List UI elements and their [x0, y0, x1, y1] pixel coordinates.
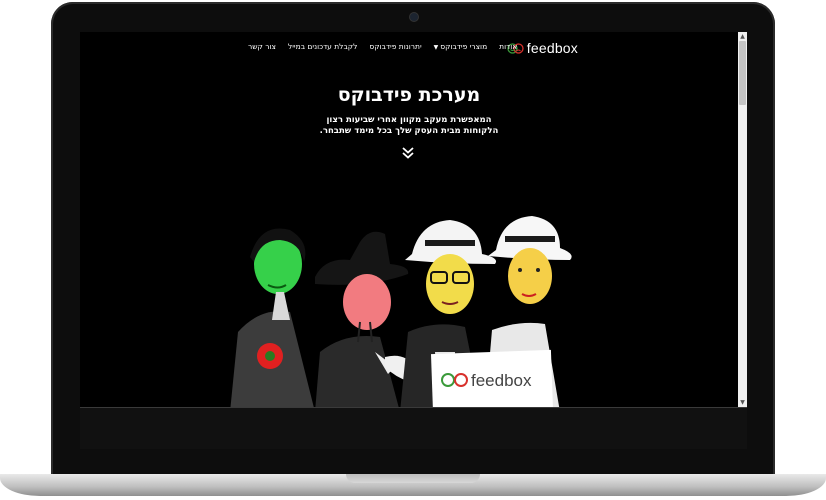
scroll-down-arrow-icon[interactable]: ▼ — [738, 398, 747, 407]
screen: feedbox אודות מוצרי פידבוקס▼ יתרונות פיד… — [80, 32, 747, 449]
sign-text: feedbox — [471, 371, 532, 390]
nav-link-about[interactable]: אודות — [499, 42, 517, 51]
nav-links: אודות מוצרי פידבוקס▼ יתרונות פידבוקס לקב… — [248, 42, 517, 51]
nav-link-products[interactable]: מוצרי פידבוקס▼ — [434, 42, 488, 51]
scrollbar[interactable]: ▲ ▼ — [738, 32, 747, 407]
logo-text: feedbox — [526, 40, 578, 56]
double-chevron-down-icon[interactable] — [401, 146, 415, 160]
logo[interactable]: feedbox — [507, 40, 578, 56]
navbar: feedbox אודות מוצרי פידבוקס▼ יתרונות פיד… — [80, 32, 738, 64]
webpage: feedbox אודות מוצרי פידבוקס▼ יתרונות פיד… — [80, 32, 738, 407]
scroll-up-arrow-icon[interactable]: ▲ — [738, 32, 747, 41]
camera-icon — [409, 12, 419, 22]
hero-subtitle-line2: הלקוחות מבית העסק שלך בכל מימד שתבחר. — [319, 126, 499, 136]
hero-title: מערכת פידבוקס — [337, 84, 481, 106]
nav-link-products-label: מוצרי פידבוקס — [440, 42, 488, 51]
laptop-notch — [346, 474, 480, 483]
feedbox-sign: feedbox — [430, 349, 554, 407]
mime-red — [315, 231, 415, 407]
nav-link-contact[interactable]: צור קשר — [248, 42, 276, 51]
hero-subtitle-line1: המאפשרת מעקב מקוון אחרי שביעות רצון — [326, 115, 492, 125]
scroll-thumb[interactable] — [739, 41, 746, 105]
taskbar — [80, 407, 747, 449]
nav-link-newsletter[interactable]: לקבלת עדכונים במייל — [288, 42, 357, 51]
hero-photo: feedbox — [230, 216, 572, 407]
mime-green — [230, 228, 314, 407]
hero-subtitle: המאפשרת מעקב מקוון אחרי שביעות רצון הלקו… — [80, 115, 738, 137]
caret-down-icon: ▼ — [433, 44, 439, 51]
nav-link-advantages[interactable]: יתרונות פידבוקס — [369, 42, 421, 51]
